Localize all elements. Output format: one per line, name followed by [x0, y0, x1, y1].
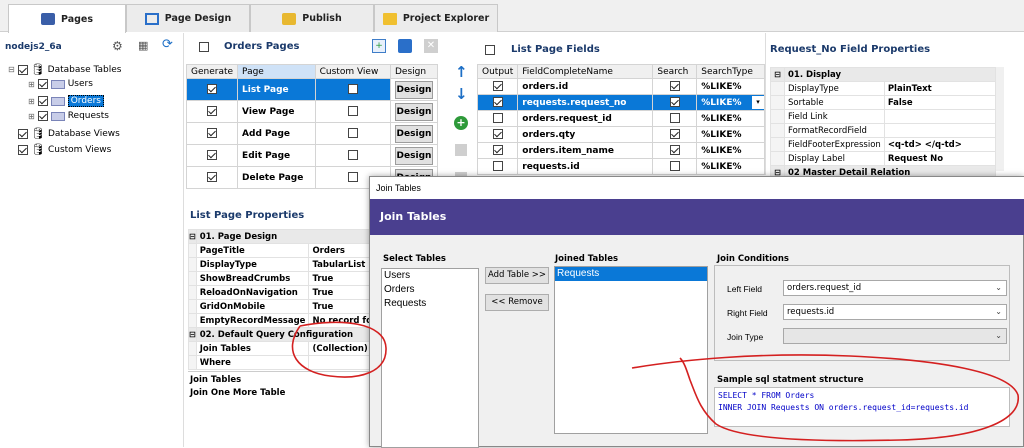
- red-annotation-overlay: [291, 321, 1019, 442]
- annotation-circle: [291, 321, 387, 378]
- annotation-loop: [631, 354, 1019, 442]
